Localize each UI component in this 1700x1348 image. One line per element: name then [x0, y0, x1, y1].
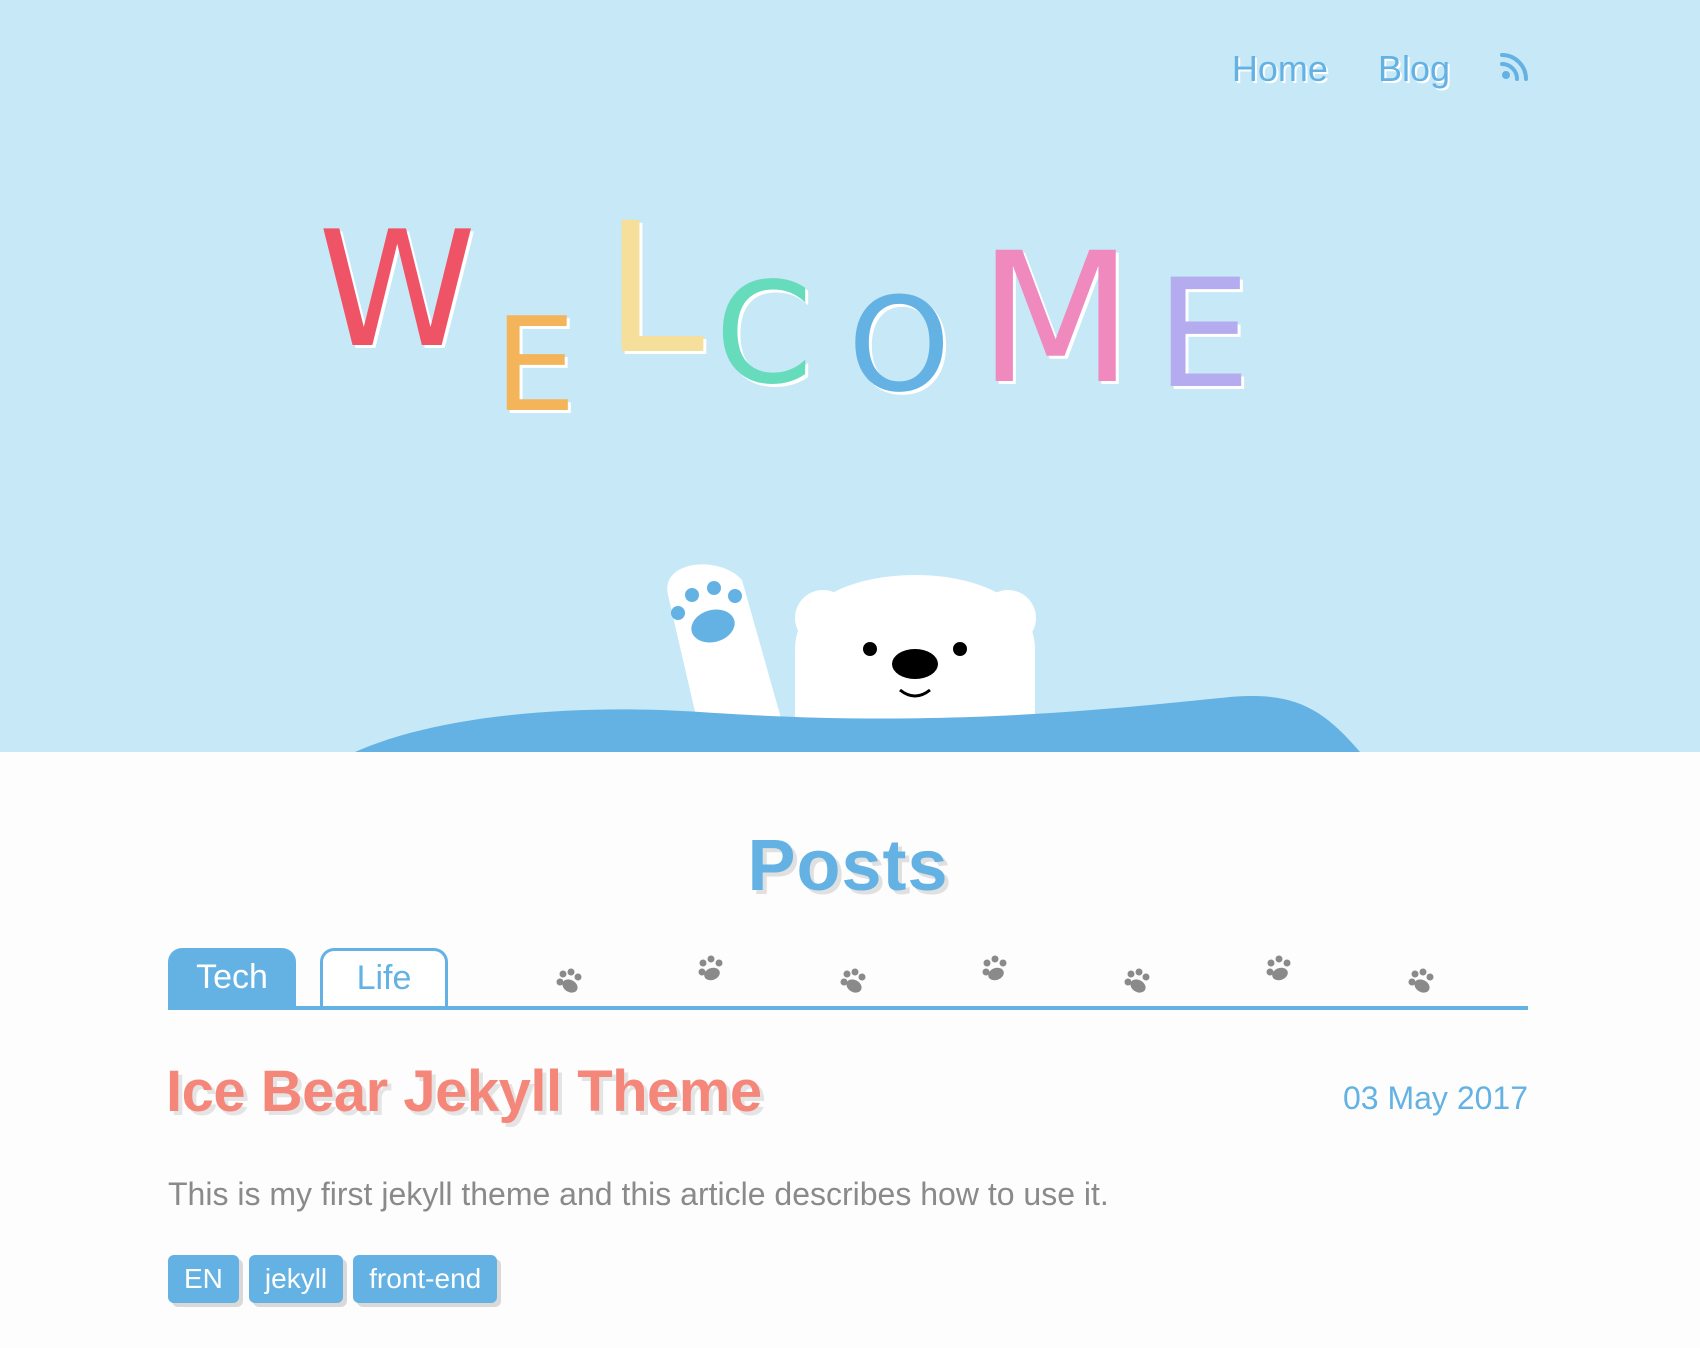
post-item: Ice Bear Jekyll Theme 03 May 2017 This i…	[166, 1060, 1528, 1303]
post-date: 03 May 2017	[1342, 1080, 1528, 1116]
welcome-letter-c: C	[715, 253, 813, 416]
hero-banner: Home Blog W E L C O M E	[0, 0, 1700, 752]
category-tabs: Tech Life	[168, 944, 1528, 1010]
tab-tech[interactable]: Tech	[168, 948, 296, 1006]
welcome-letter-e2: E	[1156, 248, 1251, 422]
paw-print-icon	[840, 968, 866, 993]
paw-print-icon	[698, 955, 723, 981]
welcome-letter-m: M	[978, 215, 1134, 424]
post-title-link[interactable]: Ice Bear Jekyll Theme	[166, 1060, 762, 1124]
welcome-letter-w: W	[318, 196, 477, 383]
paw-print-icon	[1408, 968, 1434, 993]
tag-front-end[interactable]: front-end	[353, 1255, 498, 1303]
paw-print-icon	[1124, 968, 1150, 993]
post-excerpt: This is my first jekyll theme and this a…	[168, 1176, 1109, 1212]
post-tags: EN jekyll front-end	[168, 1255, 1528, 1303]
tag-jekyll[interactable]: jekyll	[248, 1255, 344, 1303]
welcome-letter-e1: E	[494, 289, 577, 441]
tag-en[interactable]: EN	[168, 1255, 239, 1303]
welcome-letter-o: O	[848, 269, 951, 421]
paw-print-icon	[1266, 955, 1291, 981]
posts-heading: Posts	[747, 826, 949, 906]
paw-print-icon	[982, 955, 1007, 981]
waving-bear-illustration	[355, 564, 1360, 752]
welcome-title: W E L C O M E	[0, 0, 1700, 460]
paw-print-icon	[556, 968, 582, 993]
post-header: Ice Bear Jekyll Theme 03 May 2017	[166, 1060, 1528, 1130]
tab-life[interactable]: Life	[320, 948, 448, 1006]
posts-section: Posts Tech Life Ice Bear Jekyll Theme 03…	[166, 752, 1528, 1303]
welcome-letter-l: L	[604, 185, 705, 394]
